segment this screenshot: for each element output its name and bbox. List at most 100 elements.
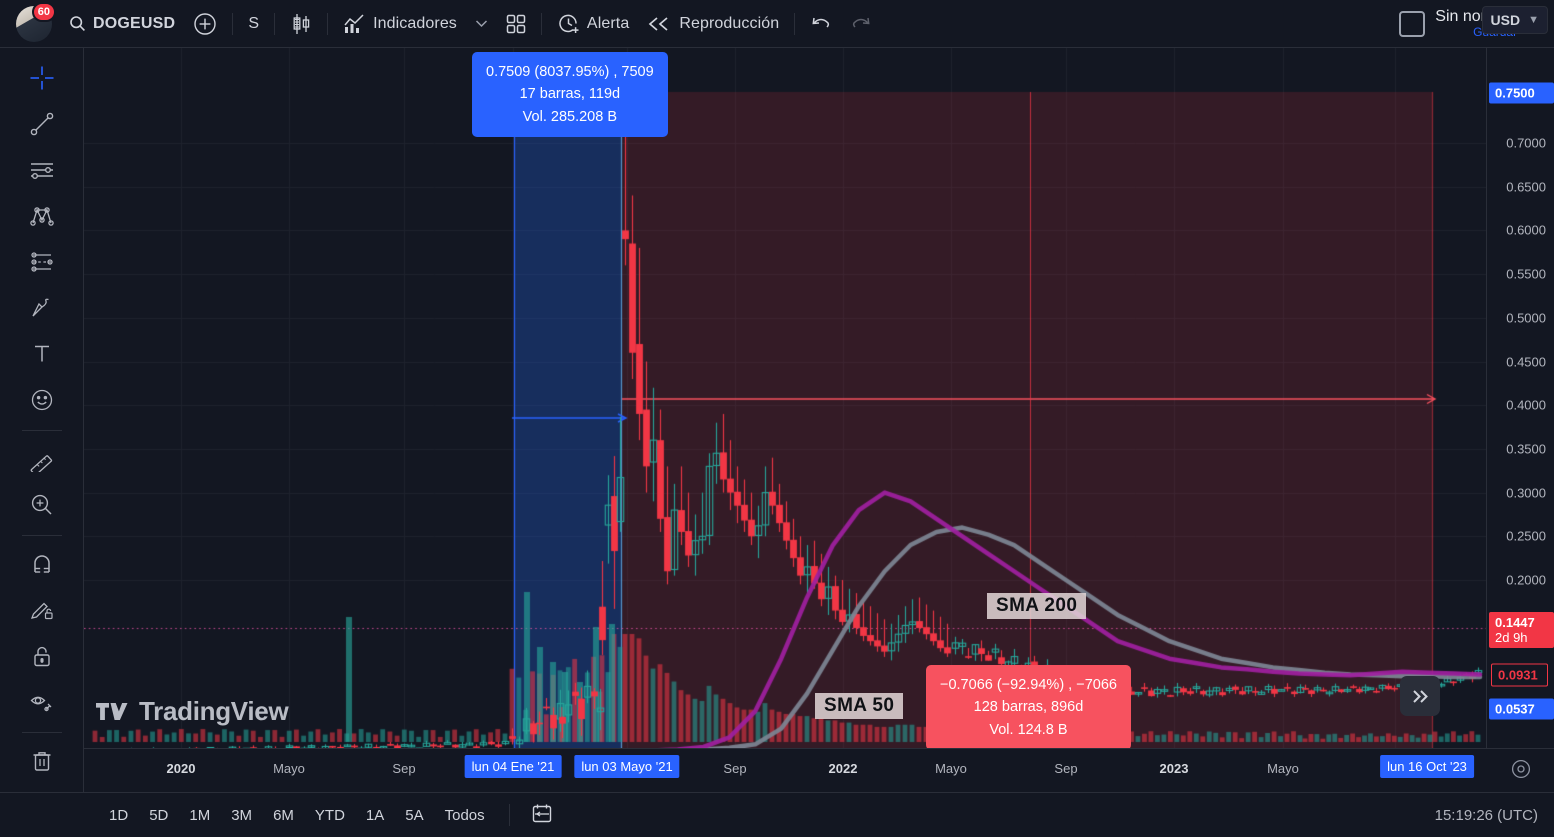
sidebar-item-prediction-tools[interactable] — [20, 240, 64, 284]
measure-ruler-icon — [29, 446, 55, 472]
scroll-to-realtime-button[interactable] — [1400, 676, 1440, 716]
price-scale[interactable]: 0.70000.65000.60000.55000.50000.45000.40… — [1486, 48, 1554, 748]
sidebar-item-brush[interactable] — [20, 286, 64, 330]
date-range-button[interactable] — [522, 798, 562, 833]
replay-rewind-icon — [647, 16, 672, 32]
sidebar-item-zoom-in[interactable] — [20, 483, 64, 527]
sidebar-item-trend-line[interactable] — [20, 102, 64, 146]
trend-line-icon — [29, 111, 55, 137]
sidebar-item-emoji[interactable] — [20, 378, 64, 422]
timeframe-button-6m[interactable]: 6M — [264, 802, 303, 829]
time-tick-2023-7: 2023 — [1160, 761, 1189, 776]
sidebar-item-horizontal-lines[interactable] — [20, 148, 64, 192]
cross-cursor-icon — [29, 65, 55, 91]
sidebar-item-hide-drawings[interactable] — [20, 680, 64, 724]
price-tick-0.2500: 0.2500 — [1506, 529, 1546, 544]
indicators-chart-icon — [343, 13, 366, 35]
time-tick-mayo-8: Mayo — [1267, 761, 1299, 776]
timeframe-button-1m[interactable]: 1M — [180, 802, 219, 829]
candlestick-icon — [290, 12, 312, 36]
interval-button[interactable]: S — [239, 7, 268, 41]
tradingview-logo-icon — [96, 701, 130, 723]
bottom-toolbar: 1D5D1M3M6MYTD1A5ATodos 15:19:26 (UTC) — [0, 792, 1554, 837]
emoji-icon — [29, 387, 55, 413]
sidebar-item-magnet[interactable] — [20, 542, 64, 586]
plus-circle-icon — [193, 12, 217, 36]
bearish-tip-line2: 128 barras, 896d — [940, 696, 1117, 718]
chart-type-button[interactable] — [281, 7, 321, 41]
timeframe-button-5a[interactable]: 5A — [396, 802, 432, 829]
double-chevron-right-icon — [1411, 689, 1430, 704]
layouts-button[interactable] — [497, 7, 535, 41]
sidebar-item-remove-drawings[interactable] — [20, 739, 64, 783]
toolbar-divider-5 — [794, 13, 795, 35]
measurement-bottom-price-badge-value: 0.0537 — [1495, 702, 1548, 717]
add-symbol-button[interactable] — [184, 7, 226, 41]
magnet-icon — [29, 551, 55, 577]
undo-arrow-icon — [810, 15, 832, 33]
sidebar-item-text[interactable] — [20, 332, 64, 376]
brush-icon — [29, 295, 55, 321]
elliott-wave-icon — [29, 203, 55, 229]
notification-badge[interactable]: 60 — [32, 2, 56, 22]
sidebar-item-lock-drawings[interactable] — [20, 634, 64, 678]
time-tick-sep-6: Sep — [1054, 761, 1077, 776]
redo-arrow-icon — [850, 15, 872, 33]
sidebar-item-patterns[interactable] — [20, 194, 64, 238]
drawing-toolbar — [0, 48, 84, 837]
fib-projection-icon — [29, 249, 55, 275]
current-price-badge[interactable]: 0.0931 — [1491, 664, 1548, 687]
measurement-bottom-price-badge[interactable]: 0.0537 — [1489, 699, 1554, 720]
sidebar-item-measure[interactable] — [20, 437, 64, 481]
bullish-measurement-tooltip: 0.7509 (8037.95%) , 7509 17 barras, 119d… — [472, 52, 668, 137]
measurement-end-date-badge[interactable]: lun 03 Mayo '21 — [574, 755, 679, 778]
last-high-price-badge-countdown: 2d 9h — [1495, 630, 1548, 645]
timeframe-button-todos[interactable]: Todos — [436, 802, 494, 829]
redo-button[interactable] — [841, 7, 881, 41]
time-tick-2022-4: 2022 — [829, 761, 858, 776]
time-tick-2020-0: 2020 — [167, 761, 196, 776]
sidebar-divider-2 — [22, 535, 62, 536]
undo-button[interactable] — [801, 7, 841, 41]
indicators-dropdown-button[interactable] — [466, 7, 497, 41]
bearish-measurement-tooltip: −0.7066 (−92.94%) , −7066 128 barras, 89… — [926, 665, 1131, 748]
price-chart-canvas[interactable] — [84, 48, 1486, 748]
chevron-down-icon: ▼ — [1528, 14, 1539, 26]
last-high-price-badge[interactable]: 0.14472d 9h — [1489, 612, 1554, 648]
sidebar-item-stay-in-drawing-mode[interactable] — [20, 588, 64, 632]
price-tick-0.7000: 0.7000 — [1506, 136, 1546, 151]
symbol-search-button[interactable]: DOGEUSD — [60, 7, 184, 41]
measurement-start-date-badge[interactable]: lun 04 Ene '21 — [465, 755, 562, 778]
timeframe-button-ytd[interactable]: YTD — [306, 802, 354, 829]
timeframe-button-5d[interactable]: 5D — [140, 802, 177, 829]
current-date-badge[interactable]: lun 16 Oct '23 — [1380, 755, 1474, 778]
gear-icon — [1510, 758, 1532, 780]
chart-pane[interactable]: TradingView SMA 200 SMA 50 0.7509 (8037.… — [84, 48, 1486, 748]
time-tick-mayo-5: Mayo — [935, 761, 967, 776]
timeframe-button-1d[interactable]: 1D — [100, 802, 137, 829]
watermark-text: TradingView — [139, 696, 288, 727]
currency-selector[interactable]: USD ▼ — [1482, 6, 1548, 34]
price-tick-0.4500: 0.4500 — [1506, 354, 1546, 369]
timeframe-button-1a[interactable]: 1A — [357, 802, 393, 829]
alert-clock-icon — [557, 12, 580, 35]
user-avatar[interactable]: 60 — [16, 6, 52, 42]
time-scale[interactable]: 2020MayoSepSep2022MayoSep2023Mayolun 04 … — [84, 748, 1554, 792]
grid-layouts-icon — [506, 14, 526, 34]
price-tick-0.5000: 0.5000 — [1506, 310, 1546, 325]
timeframe-button-3m[interactable]: 3M — [222, 802, 261, 829]
alert-button[interactable]: Alerta — [548, 7, 638, 41]
zoom-in-icon — [29, 492, 55, 518]
timescale-settings-button[interactable] — [1510, 758, 1532, 785]
replay-button[interactable]: Reproducción — [638, 7, 788, 41]
indicators-button[interactable]: Indicadores — [334, 7, 466, 41]
price-tick-0.6500: 0.6500 — [1506, 179, 1546, 194]
sidebar-item-cross-cursor[interactable] — [20, 56, 64, 100]
price-tick-0.2000: 0.2000 — [1506, 573, 1546, 588]
clock-label: 15:19:26 (UTC) — [1435, 807, 1554, 824]
layout-square-icon[interactable] — [1399, 11, 1425, 37]
price-tick-0.3500: 0.3500 — [1506, 441, 1546, 456]
measurement-top-price-badge[interactable]: 0.7500 — [1489, 83, 1554, 104]
trash-icon — [29, 748, 55, 774]
last-high-price-badge-value: 0.1447 — [1495, 615, 1548, 630]
